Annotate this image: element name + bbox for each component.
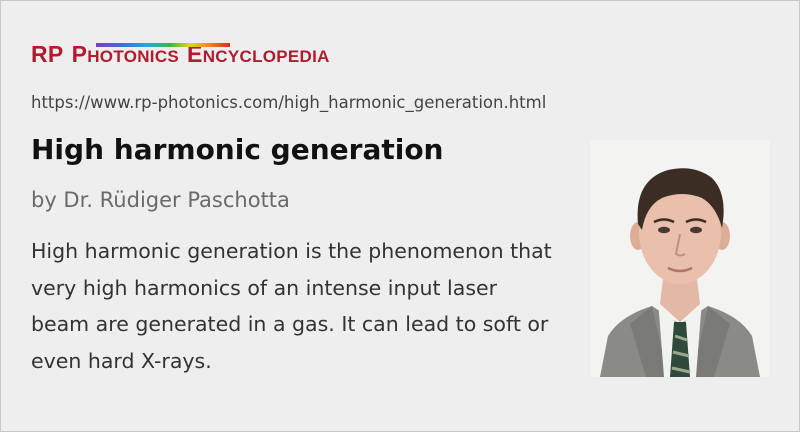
logo-rainbow-bar: [96, 43, 230, 47]
page-title: High harmonic generation: [31, 133, 444, 166]
author-photo: [590, 140, 770, 377]
article-description: High harmonic generation is the phenomen…: [31, 239, 552, 373]
logo-prefix: RP: [31, 41, 64, 67]
author-byline: by Dr. Rüdiger Paschotta: [31, 188, 290, 212]
page-url[interactable]: https://www.rp-photonics.com/high_harmon…: [31, 93, 546, 112]
preview-card: RP PHOTONICS ENCYCLOPEDIA https://www.rp-p…: [0, 0, 800, 432]
